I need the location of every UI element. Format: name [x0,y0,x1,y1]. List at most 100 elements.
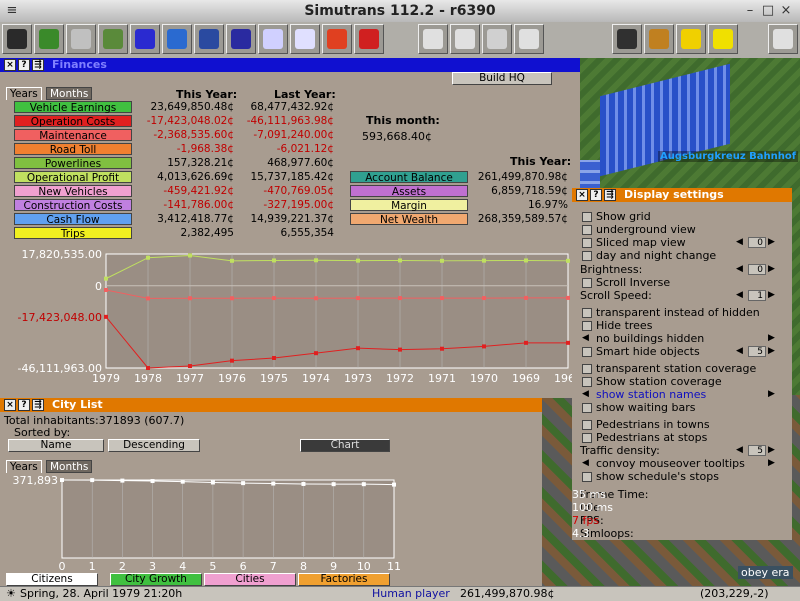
city-chart-toggle-cities[interactable]: Cities [204,573,296,586]
setting-checkbox[interactable] [582,472,592,482]
setting-checkbox[interactable] [582,420,592,430]
setting-value[interactable]: 0 [748,264,766,275]
finance-row-label[interactable]: Road Toll [14,143,132,156]
toolbar-list-button[interactable] [418,24,448,54]
city-chart-toggle-factories[interactable]: Factories [298,573,390,586]
city-tab-years[interactable]: Years [6,460,42,473]
finances-titlebar[interactable]: × ? ⇶ Finances [0,58,580,72]
setting-checkbox[interactable] [582,238,592,248]
finance-summary-label[interactable]: Account Balance [350,171,468,184]
close-button[interactable]: × [778,3,794,19]
pin-icon[interactable]: ⇶ [604,189,616,201]
setting-decrease-icon[interactable]: ◀ [736,445,743,455]
finance-row-label[interactable]: Vehicle Earnings [14,101,132,114]
toolbar-tram-button[interactable] [162,24,192,54]
close-icon[interactable]: × [4,399,16,411]
setting-checkbox[interactable] [582,433,592,443]
finance-row-label[interactable]: Cash Flow [14,213,132,226]
sort-order-button[interactable]: Descending [108,439,200,452]
help-icon[interactable]: ? [18,399,30,411]
setting-checkbox[interactable] [582,403,592,413]
setting-checkbox[interactable] [582,308,592,318]
setting-value[interactable]: 0 [748,237,766,248]
toolbar-screenshot-button[interactable] [612,24,642,54]
toolbar-help-button[interactable] [708,24,738,54]
finance-row-label[interactable]: Operational Profit [14,171,132,184]
setting-checkbox[interactable] [582,212,592,222]
toolbar-rail-button[interactable] [194,24,224,54]
setting-increase-icon[interactable]: ▶ [768,346,775,356]
setting-value[interactable]: 1 [748,290,766,301]
toolbar-road-button[interactable] [226,24,256,54]
city-chart-toggle-city-growth[interactable]: City Growth [110,573,202,586]
city-chart-xtick: 7 [270,560,277,572]
city-chart-toggle-citizens[interactable]: Citizens [6,573,98,586]
display-settings-titlebar[interactable]: × ? ⇶ Display settings [572,188,792,202]
finance-row-label[interactable]: Construction Costs [14,199,132,212]
finance-row-label[interactable]: Trips [14,227,132,240]
toolbar-fastforward-button[interactable] [676,24,706,54]
maximize-button[interactable]: □ [760,3,776,19]
toolbar-query-button[interactable] [66,24,96,54]
city-tab-months[interactable]: Months [46,460,93,473]
setting-checkbox[interactable] [582,364,592,374]
help-icon[interactable]: ? [590,189,602,201]
toolbar-save-button[interactable] [2,24,32,54]
setting-checkbox[interactable] [582,278,592,288]
setting-next-arrow-icon[interactable]: ▶ [768,458,775,468]
finance-summary-label[interactable]: Margin [350,199,468,212]
toolbar-zoom-button[interactable] [768,24,798,54]
setting-increase-icon[interactable]: ▶ [768,264,775,274]
pin-icon[interactable]: ⇶ [32,399,44,411]
toolbar-stop-button[interactable] [322,24,352,54]
setting-prev-arrow-icon[interactable]: ◀ [582,333,589,343]
setting-prev-arrow-icon[interactable]: ◀ [582,389,589,399]
setting-value[interactable]: 5 [748,346,766,357]
toolbar-depot-button[interactable] [514,24,544,54]
toolbar-airplane-button[interactable] [290,24,320,54]
setting-decrease-icon[interactable]: ◀ [736,237,743,247]
window-titlebar[interactable]: ≡ Simutrans 112.2 - r6390 – □ × [0,0,800,23]
setting-prev-arrow-icon[interactable]: ◀ [582,458,589,468]
city-list-titlebar[interactable]: × ? ⇶ City List [0,398,542,412]
setting-checkbox[interactable] [582,251,592,261]
setting-increase-icon[interactable]: ▶ [768,290,775,300]
setting-checkbox[interactable] [582,321,592,331]
setting-decrease-icon[interactable]: ◀ [736,346,743,356]
setting-next-arrow-icon[interactable]: ▶ [768,389,775,399]
finance-row-label[interactable]: Maintenance [14,129,132,142]
toolbar-schedule-button[interactable] [450,24,480,54]
finance-tab-years[interactable]: Years [6,87,42,100]
setting-checkbox[interactable] [582,225,592,235]
setting-value[interactable]: 5 [748,445,766,456]
finance-row-label[interactable]: New Vehicles [14,185,132,198]
help-icon[interactable]: ? [18,59,30,71]
finance-summary-label[interactable]: Assets [350,185,468,198]
finance-row-label[interactable]: Operation Costs [14,115,132,128]
toolbar-minimap-button[interactable] [34,24,64,54]
close-icon[interactable]: × [576,189,588,201]
toolbar-train-button[interactable] [130,24,160,54]
sort-name-button[interactable]: Name [8,439,104,452]
setting-increase-icon[interactable]: ▶ [768,445,775,455]
setting-checkbox[interactable] [582,347,592,357]
toolbar-pause-button[interactable] [644,24,674,54]
pin-icon[interactable]: ⇶ [32,59,44,71]
setting-decrease-icon[interactable]: ◀ [736,264,743,274]
finance-tab-months[interactable]: Months [46,87,93,100]
finance-summary-label[interactable]: Net Wealth [350,213,468,226]
setting-next-arrow-icon[interactable]: ▶ [768,333,775,343]
setting-increase-icon[interactable]: ▶ [768,237,775,247]
toolbar-ship-button[interactable] [258,24,288,54]
toolbar-remove-button[interactable] [354,24,384,54]
setting-decrease-icon[interactable]: ◀ [736,290,743,300]
toolbar-finance-button[interactable] [482,24,512,54]
build-hq-button[interactable]: Build HQ [452,72,552,85]
station-name-label[interactable]: Augsburgkreuz Bahnhof [658,151,799,162]
finance-row-label[interactable]: Powerlines [14,157,132,170]
chart-toggle-button[interactable]: Chart [300,439,390,452]
setting-checkbox[interactable] [582,377,592,387]
minimize-button[interactable]: – [742,3,758,19]
close-icon[interactable]: × [4,59,16,71]
toolbar-terrain-button[interactable] [98,24,128,54]
